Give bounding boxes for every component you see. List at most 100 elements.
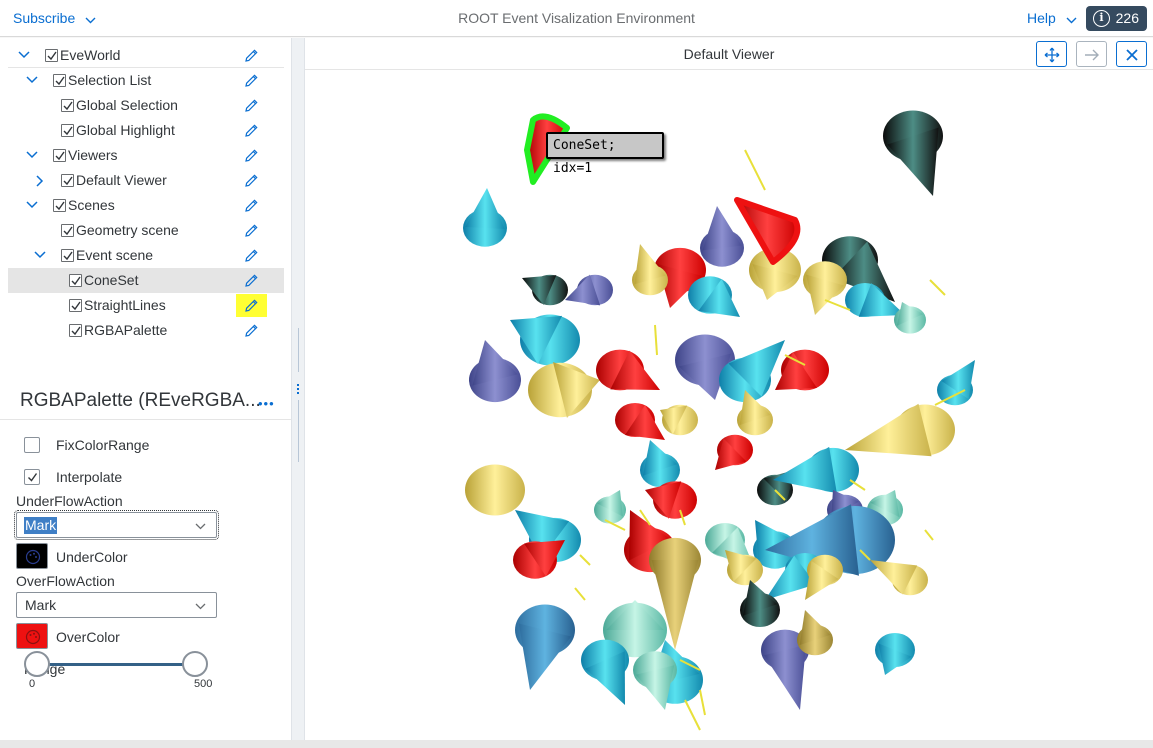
expand-chevron-down-icon[interactable] <box>16 43 32 68</box>
help-label: Help <box>1027 10 1056 26</box>
move-arrows-icon <box>1044 47 1060 63</box>
scene-tree: EveWorld Selection List Global Selection Gl… <box>8 43 284 343</box>
checkmark-icon <box>71 301 81 311</box>
tree-item-global-selection[interactable]: Global Selection <box>8 93 284 118</box>
edit-button[interactable] <box>236 144 267 167</box>
splitter-grip-icon[interactable] <box>296 382 300 394</box>
help-menu-button[interactable]: Help <box>1027 0 1077 37</box>
overflow-action-value: Mark <box>25 597 57 613</box>
visibility-checkbox[interactable] <box>69 299 82 312</box>
edit-pencil-icon <box>245 74 258 87</box>
tree-item-scenes[interactable]: Scenes <box>8 193 284 218</box>
edit-pencil-icon <box>245 249 258 262</box>
edit-button[interactable] <box>236 219 267 242</box>
under-color-label: UnderColor <box>56 549 128 565</box>
close-icon <box>1126 49 1138 61</box>
under-color-swatch[interactable] <box>16 543 48 569</box>
cone-shape[interactable] <box>702 206 742 251</box>
edit-pencil-icon <box>245 174 258 187</box>
close-viewer-button[interactable] <box>1116 41 1147 67</box>
edit-pencil-icon <box>245 274 258 287</box>
visibility-checkbox[interactable] <box>61 124 74 137</box>
over-color-swatch[interactable] <box>16 623 48 649</box>
edit-button[interactable] <box>236 194 267 217</box>
navigate-forward-button[interactable] <box>1076 41 1107 67</box>
tree-item-default-viewer[interactable]: Default Viewer <box>8 168 284 193</box>
move-viewer-button[interactable] <box>1036 41 1067 67</box>
range-max-label: 500 <box>194 678 213 690</box>
tree-item-label: Viewers <box>68 147 118 163</box>
notification-count-button[interactable]: i 226 <box>1086 6 1147 31</box>
visibility-checkbox[interactable] <box>69 274 82 287</box>
panel-splitter[interactable] <box>291 38 305 740</box>
expand-chevron-right-icon[interactable] <box>32 168 48 193</box>
cone-shape[interactable] <box>465 188 505 229</box>
palette-icon <box>25 629 41 645</box>
cone-shape[interactable] <box>845 403 932 457</box>
tree-item-global-highlight[interactable]: Global Highlight <box>8 118 284 143</box>
checkmark-icon <box>55 76 65 86</box>
straight-line <box>684 699 701 731</box>
visibility-checkbox[interactable] <box>53 149 66 162</box>
tree-item-selection-list[interactable]: Selection List <box>8 68 284 93</box>
edit-pencil-icon <box>245 99 258 112</box>
visibility-checkbox[interactable] <box>61 174 74 187</box>
edit-button[interactable] <box>236 69 267 92</box>
visibility-checkbox[interactable] <box>53 199 66 212</box>
checkmark-icon <box>63 176 73 186</box>
checkmark-icon <box>55 201 65 211</box>
overflow-action-label: OverFlowAction <box>16 573 115 589</box>
expand-chevron-down-icon[interactable] <box>32 243 48 268</box>
arrow-right-icon <box>1085 49 1099 61</box>
expand-chevron-down-icon[interactable] <box>24 193 40 218</box>
range-low-handle[interactable] <box>24 651 51 677</box>
expand-chevron-down-icon[interactable] <box>24 143 40 168</box>
edit-button[interactable] <box>236 44 267 67</box>
subscribe-menu-button[interactable]: Subscribe <box>13 0 96 37</box>
edit-pencil-icon <box>245 199 258 212</box>
edit-button[interactable] <box>236 244 267 267</box>
visibility-checkbox[interactable] <box>69 324 82 337</box>
3d-scene-canvas[interactable] <box>305 70 1153 740</box>
visibility-checkbox[interactable] <box>53 74 66 87</box>
tree-item-eveworld[interactable]: EveWorld <box>8 43 284 68</box>
tree-item-rgbapalette[interactable]: RGBAPalette <box>8 318 284 343</box>
notification-count: 226 <box>1115 10 1139 26</box>
fix-color-range-checkbox[interactable] <box>24 437 40 453</box>
edit-button[interactable] <box>236 119 267 142</box>
straight-line <box>579 554 591 566</box>
tree-item-straightlines[interactable]: StraightLines <box>8 293 284 318</box>
interpolate-label: Interpolate <box>56 469 123 485</box>
overflow-action-select[interactable]: Mark <box>16 592 217 618</box>
chevron-down-icon <box>1066 1 1077 38</box>
tree-item-label: EveWorld <box>60 47 121 63</box>
underflow-action-select[interactable]: Mark <box>14 510 219 540</box>
checkmark-icon <box>55 151 65 161</box>
visibility-checkbox[interactable] <box>61 224 74 237</box>
edit-button[interactable] <box>236 169 267 192</box>
tree-item-label: RGBAPalette <box>84 322 168 338</box>
tree-item-coneset[interactable]: ConeSet <box>8 268 284 293</box>
cone-shape[interactable] <box>764 644 806 710</box>
palette-icon <box>25 549 41 565</box>
edit-button[interactable] <box>236 319 267 342</box>
edit-pencil-icon <box>245 299 258 312</box>
straight-line <box>849 479 866 491</box>
tree-item-viewers[interactable]: Viewers <box>8 143 284 168</box>
more-options-button[interactable]: ••• <box>258 396 275 411</box>
tree-item-label: ConeSet <box>84 272 139 288</box>
expand-chevron-down-icon[interactable] <box>24 68 40 93</box>
tree-item-event-scene[interactable]: Event scene <box>8 243 284 268</box>
app-title: ROOT Event Visalization Environment <box>458 10 695 26</box>
edit-button[interactable] <box>236 94 267 117</box>
tree-item-geometry-scene[interactable]: Geometry scene <box>8 218 284 243</box>
straight-line <box>574 587 586 601</box>
interpolate-checkbox[interactable] <box>24 469 40 485</box>
edit-button[interactable] <box>236 294 267 317</box>
visibility-checkbox[interactable] <box>61 99 74 112</box>
visibility-checkbox[interactable] <box>45 49 58 62</box>
checkmark-icon <box>28 473 38 482</box>
visibility-checkbox[interactable] <box>61 249 74 262</box>
checkmark-icon <box>47 51 57 61</box>
edit-button[interactable] <box>236 269 267 292</box>
